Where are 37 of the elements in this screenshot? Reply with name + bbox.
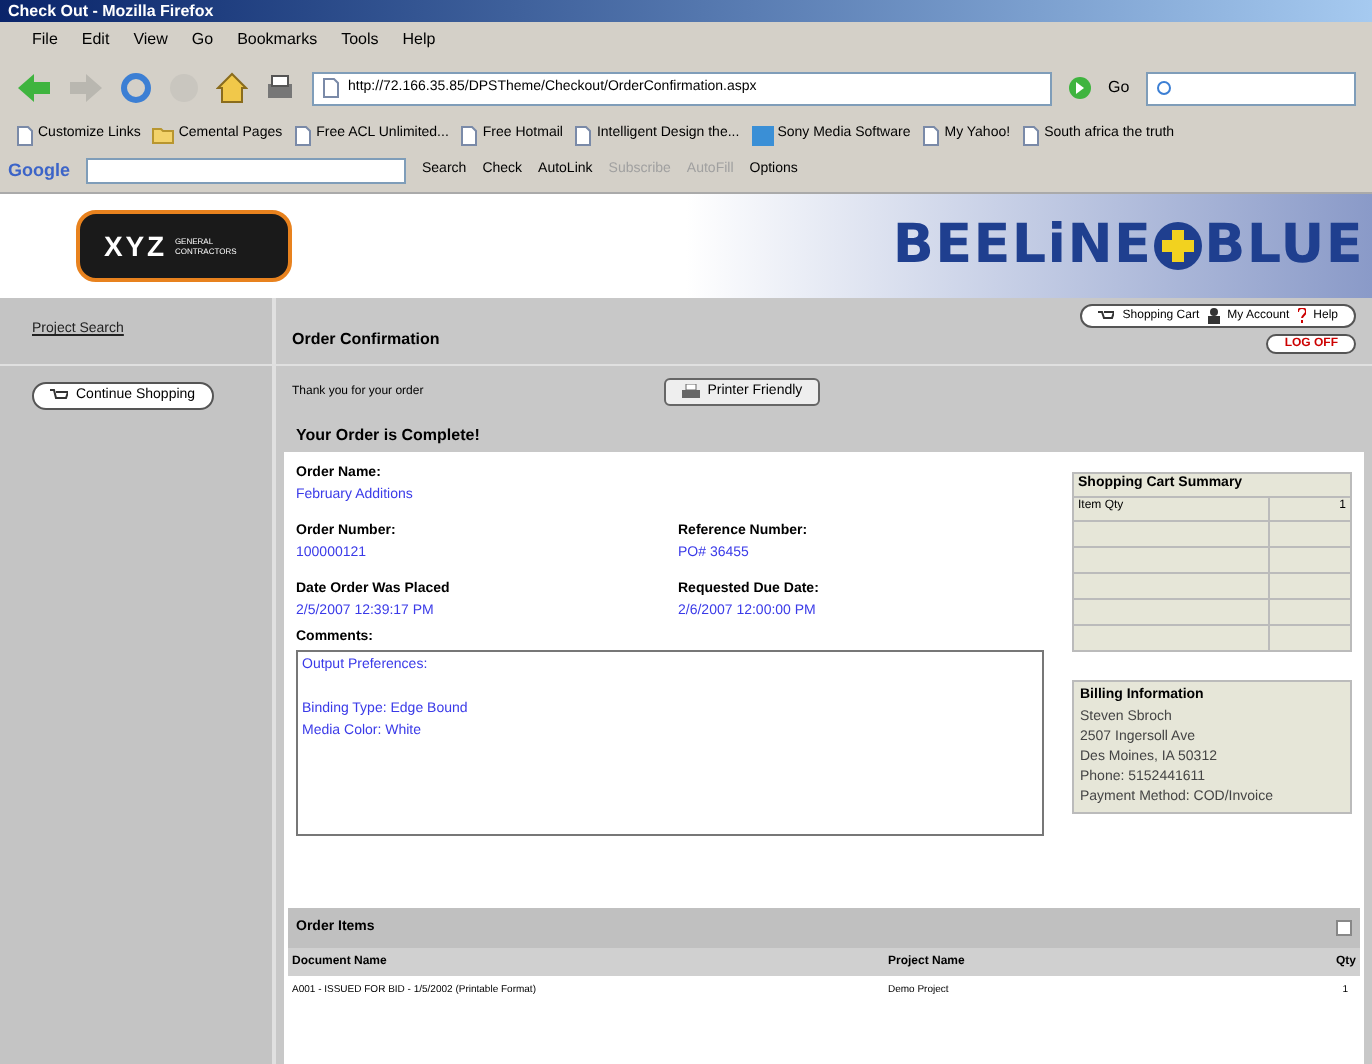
person-icon: [1207, 308, 1220, 324]
cart-icon: [50, 388, 68, 404]
menu-item[interactable]: Go: [191, 27, 214, 51]
brand-name: BEELiNE: [892, 211, 1153, 280]
google-search-field[interactable]: [86, 158, 406, 184]
page-icon: [922, 125, 941, 145]
cart-icon: [1098, 309, 1115, 323]
page-heading: Order Confirmation: [292, 327, 440, 351]
question-mark-icon: [1297, 308, 1306, 324]
page-icon: [294, 125, 313, 145]
google-logo[interactable]: Google: [8, 157, 70, 185]
section-heading: Your Order is Complete!: [296, 423, 480, 447]
printer-icon: [681, 383, 700, 401]
scroll-button[interactable]: [1336, 920, 1352, 936]
page-icon: [16, 125, 34, 145]
page-icon: [1022, 125, 1041, 145]
menu-item[interactable]: Help: [402, 27, 436, 51]
page-icon: [574, 125, 593, 145]
back-arrow-icon[interactable]: [16, 72, 52, 104]
menu-item[interactable]: View: [133, 27, 168, 51]
search-icon: [1155, 79, 1174, 97]
home-icon[interactable]: [216, 72, 248, 104]
page-icon: [322, 78, 340, 98]
printer-icon[interactable]: [264, 72, 296, 104]
page-icon: [460, 125, 479, 145]
folder-icon: [152, 126, 175, 144]
brand-name: BLUE: [1204, 211, 1364, 280]
menu-item[interactable]: Edit: [81, 27, 110, 51]
window-title: Check Out - Mozilla Firefox: [8, 3, 214, 19]
menu-item[interactable]: File: [32, 27, 58, 51]
menu-item[interactable]: Bookmarks: [237, 27, 318, 51]
app-icon: [751, 125, 774, 145]
go-icon[interactable]: [1068, 76, 1092, 100]
plus-circle-icon: [1152, 220, 1205, 272]
menu-item[interactable]: Tools: [341, 27, 379, 51]
search-field[interactable]: [1145, 71, 1356, 105]
go-label[interactable]: Go: [1108, 76, 1130, 100]
